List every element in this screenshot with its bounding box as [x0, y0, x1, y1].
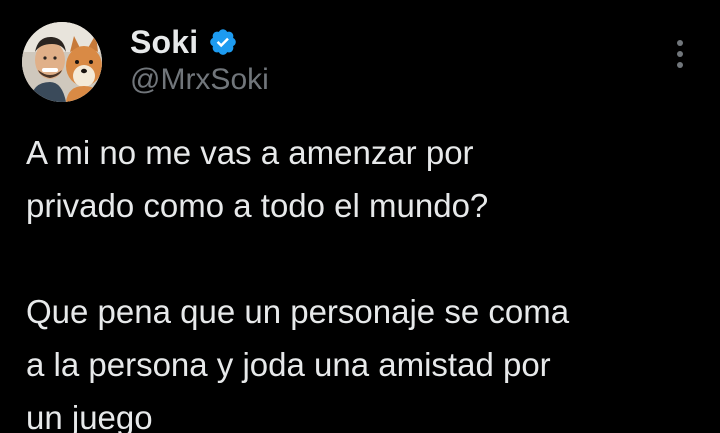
- tweet-line: Que pena que un personaje se coma: [26, 293, 570, 330]
- tweet-card: Soki @MrxSoki A mi no me vas a amenzar p…: [0, 0, 720, 433]
- author-name-row: Soki: [130, 22, 238, 62]
- tweet-line: A mi no me vas a amenzar por: [26, 134, 474, 171]
- tweet-line: privado como a todo el mundo?: [26, 187, 489, 224]
- avatar[interactable]: [22, 22, 102, 102]
- tweet-line: un juego: [26, 399, 153, 433]
- more-options-icon[interactable]: [672, 36, 688, 72]
- author-handle[interactable]: @MrxSoki: [130, 60, 269, 100]
- avatar-image: [22, 22, 102, 102]
- display-name[interactable]: Soki: [130, 22, 198, 62]
- tweet-text: A mi no me vas a amenzar por privado com…: [26, 126, 706, 433]
- verified-badge-icon: [208, 27, 238, 57]
- tweet-line: a la persona y joda una amistad por: [26, 346, 551, 383]
